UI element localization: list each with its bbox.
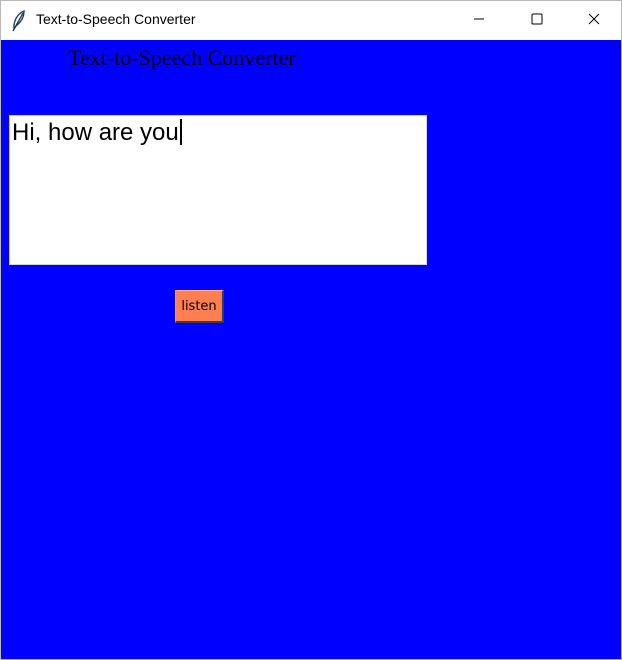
app-window: Text-to-Speech Converter Text-to-Speech … (0, 0, 622, 660)
minimize-icon (473, 12, 485, 30)
feather-icon (11, 9, 27, 32)
title-bar[interactable]: Text-to-Speech Converter (1, 1, 621, 40)
text-caret (179, 119, 182, 145)
listen-button[interactable]: listen (175, 290, 224, 323)
text-input-value: Hi, how are you (12, 119, 179, 146)
main-panel: Text-to-Speech Converter Hi, how are you… (1, 40, 621, 659)
minimize-button[interactable] (450, 1, 508, 40)
window-title: Text-to-Speech Converter (36, 11, 196, 27)
close-icon (588, 12, 600, 30)
maximize-button[interactable] (508, 1, 566, 40)
app-heading: Text-to-Speech Converter (68, 45, 296, 70)
maximize-icon (531, 12, 543, 30)
text-input-area[interactable]: Hi, how are you (9, 115, 427, 265)
close-button[interactable] (565, 1, 621, 40)
